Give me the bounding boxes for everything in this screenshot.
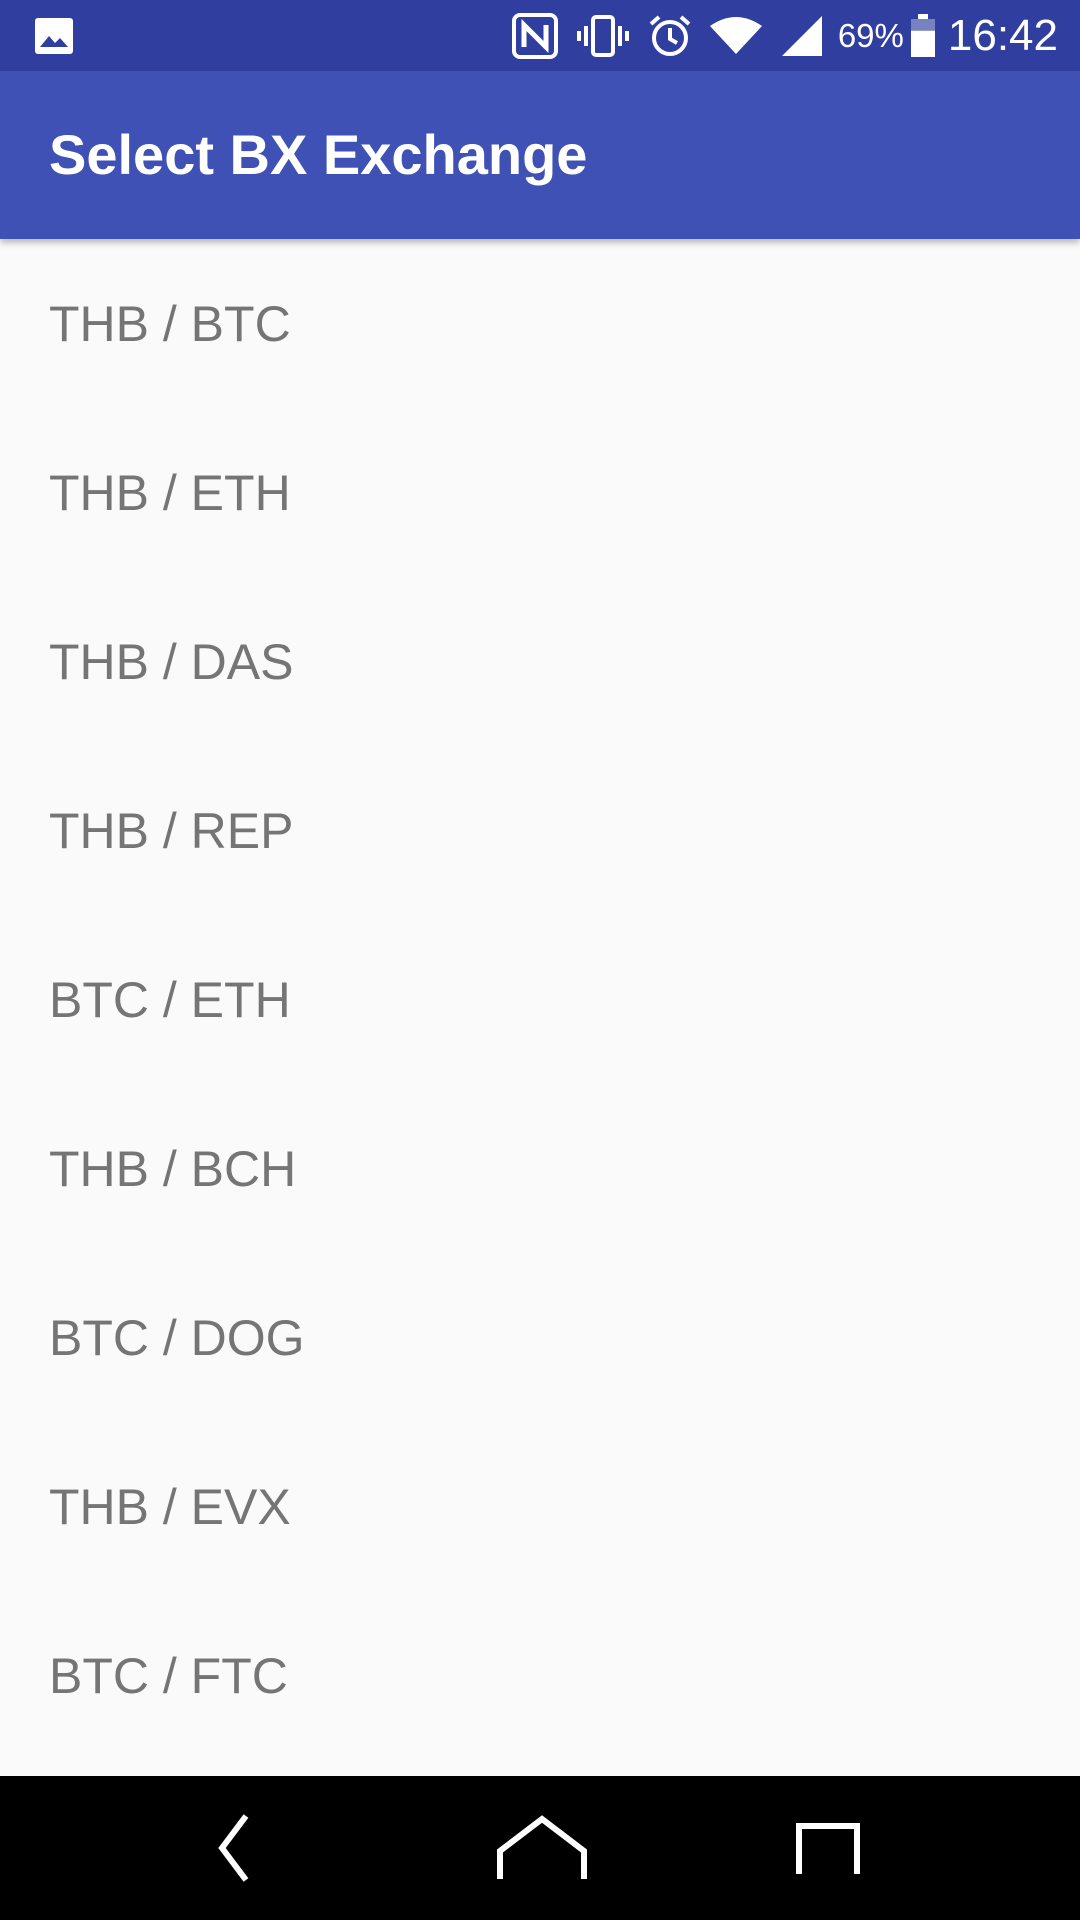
- list-item-label: THB / REP: [49, 802, 294, 859]
- home-button[interactable]: [462, 1776, 622, 1920]
- list-item-label: BTC / DOG: [49, 1309, 305, 1366]
- list-item-label: THB / EVX: [49, 1478, 291, 1535]
- list-item-thb-evx[interactable]: THB / EVX: [0, 1422, 1080, 1591]
- list-item-thb-das[interactable]: THB / DAS: [0, 577, 1080, 746]
- recents-button[interactable]: [748, 1776, 908, 1920]
- screen: 69% 16:42 Select BX Exchange THB / BTC T…: [0, 0, 1080, 1920]
- vibrate-icon: [576, 14, 629, 57]
- recents-icon: [796, 1823, 860, 1874]
- list-item-thb-bch[interactable]: THB / BCH: [0, 1084, 1080, 1253]
- list-item-thb-eth[interactable]: THB / ETH: [0, 408, 1080, 577]
- home-icon: [497, 1815, 587, 1879]
- list-item-btc-ftc[interactable]: BTC / FTC: [0, 1591, 1080, 1760]
- list-item-btc-dog[interactable]: BTC / DOG: [0, 1253, 1080, 1422]
- gallery-icon: [35, 18, 73, 54]
- back-button[interactable]: [154, 1776, 314, 1920]
- list-item-label: BTC / ETH: [49, 971, 291, 1028]
- list-item-label: BTC / FTC: [49, 1647, 288, 1704]
- list-item-thb-rep[interactable]: THB / REP: [0, 746, 1080, 915]
- app-bar: Select BX Exchange: [0, 71, 1080, 239]
- battery-percent: 69%: [837, 16, 904, 54]
- status-bar: 69% 16:42: [0, 0, 1080, 71]
- list-item-label: THB / BTC: [49, 295, 291, 352]
- page-title: Select BX Exchange: [49, 123, 588, 186]
- alarm-icon: [649, 14, 691, 56]
- battery-icon: [910, 13, 935, 57]
- wifi-icon: [709, 16, 762, 54]
- exchange-pair-list: THB / BTC THB / ETH THB / DAS THB / REP …: [0, 239, 1080, 1776]
- nfc-icon: [511, 12, 558, 59]
- navigation-bar: [0, 1776, 1080, 1920]
- list-item-label: THB / DAS: [49, 633, 294, 690]
- back-icon: [218, 1814, 249, 1882]
- clock: 16:42: [947, 10, 1058, 60]
- cell-signal-icon: [781, 15, 822, 56]
- list-item-thb-btc[interactable]: THB / BTC: [0, 239, 1080, 408]
- list-item-btc-eth[interactable]: BTC / ETH: [0, 915, 1080, 1084]
- list-item-label: THB / BCH: [49, 1140, 297, 1197]
- list-item-label: THB / ETH: [49, 464, 291, 521]
